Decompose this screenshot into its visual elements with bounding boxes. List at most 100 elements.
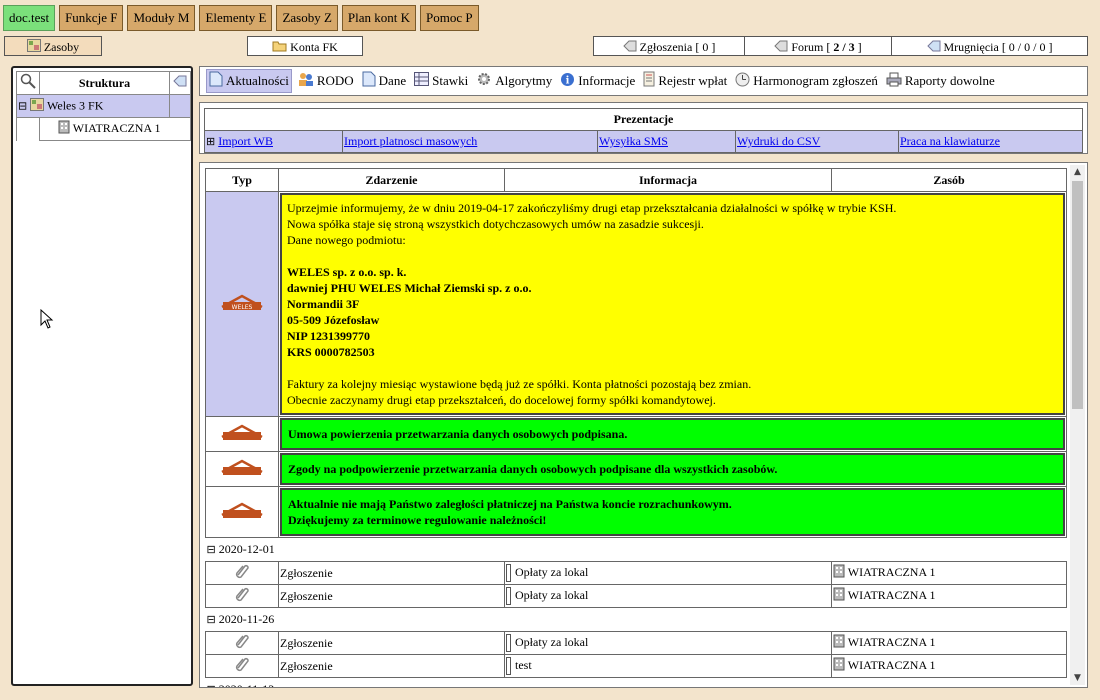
link-wydruki-csv[interactable]: Wydruki do CSV [737, 134, 820, 148]
menu-plan-kont[interactable]: Plan kont K [341, 5, 417, 31]
tab-forum-count: 2 / 3 [833, 40, 855, 54]
tag-icon [926, 38, 941, 58]
note-cell: Aktualnie nie mają Państwo zaległości pł… [278, 486, 1067, 538]
tree-root[interactable]: ⊟ Weles 3 FK [16, 94, 170, 118]
row-info: test [504, 654, 832, 678]
submenu-label: Harmonogram zgłoszeń [753, 73, 878, 88]
table-row[interactable]: Zgłoszenie Opłaty za lokal WIATRACZNA 1 [205, 631, 1067, 655]
event-type-cell: WELES [205, 191, 279, 417]
building-icon [833, 587, 845, 605]
announcement-bold-line: WELES sp. z o.o. sp. k. [287, 265, 407, 279]
submenu-label: RODO [316, 73, 354, 88]
document-icon [209, 71, 223, 91]
submenu-rodo[interactable]: RODO [296, 70, 356, 92]
menu-moduly[interactable]: Moduły M [127, 5, 196, 31]
announcement-line: Nowa spółka staje się stroną wszystkich … [287, 217, 704, 231]
green-note-line: Umowa powierzenia przetwarzania danych o… [288, 427, 628, 441]
tab-zasoby-label: Zasoby [43, 40, 80, 54]
announcement-bold-line: 05-509 Józefosław [287, 313, 380, 327]
menu-elementy[interactable]: Elementy E [199, 5, 273, 31]
col-header-zasob: Zasób [831, 168, 1067, 192]
paperclip-icon [234, 563, 250, 583]
prezentacje-cell: Wydruki do CSV [735, 130, 899, 153]
structure-tree: Struktura ⊟ Weles 3 FK WIATRACZNA 1 [16, 71, 191, 141]
link-import-wb[interactable]: Import WB [218, 134, 273, 148]
announcement-bold-line: NIP 1231399770 [287, 329, 371, 343]
menu-doc-test[interactable]: doc.test [3, 5, 56, 31]
tab-konta-fk[interactable]: Konta FK [247, 36, 363, 56]
scroll-down-icon[interactable]: ▼ [1070, 671, 1085, 685]
gear-icon [476, 71, 492, 91]
green-note: Aktualnie nie mają Państwo zaległości pł… [280, 488, 1065, 536]
submenu-algorytmy[interactable]: Algorytmy [474, 70, 554, 92]
submenu-raporty[interactable]: Raporty dowolne [884, 71, 997, 92]
table-row[interactable]: Zgłoszenie Opłaty za lokal WIATRACZNA 1 [205, 561, 1067, 585]
col-header-typ: Typ [205, 168, 279, 192]
building-icon [833, 657, 845, 675]
green-note-line: Zgody na podpowierzenie przetwarzania da… [288, 462, 778, 476]
tabs-row: Zasoby Konta FK Zgłoszenia [ 0 ] Forum [… [0, 36, 1100, 58]
date-group-header[interactable]: ⊟ 2020-11-26 [206, 608, 1067, 632]
scrollbar-thumb[interactable] [1072, 181, 1083, 409]
events-table: Typ Zdarzenie Informacja Zasób WELES Upr… [205, 168, 1067, 687]
top-menu: doc.test Funkcje F Moduły M Elementy E Z… [3, 5, 479, 31]
structure-tag[interactable] [169, 71, 191, 95]
prezentacje-table: Prezentacje ⊞ Import WB Import platnosci… [204, 108, 1083, 153]
vertical-scrollbar[interactable]: ▲ ▼ [1070, 165, 1085, 685]
table-icon [414, 72, 430, 90]
tab-zgloszenia[interactable]: Zgłoszenia [ 0 ] [593, 36, 745, 56]
table-row[interactable]: Zgłoszenie Opłaty za lokal WIATRACZNA 1 [205, 584, 1067, 608]
collapse-icon[interactable]: ⊟ [207, 544, 216, 556]
green-note: Umowa powierzenia przetwarzania danych o… [280, 418, 1065, 450]
submenu-dane[interactable]: Dane [360, 70, 408, 92]
structure-header: Struktura [39, 71, 170, 95]
submenu-rejestr-wplat[interactable]: Rejestr wpłat [641, 70, 729, 92]
submenu-label: Dane [378, 73, 407, 88]
menu-pomoc[interactable]: Pomoc P [420, 5, 479, 31]
link-wysylka-sms[interactable]: Wysyłka SMS [599, 134, 668, 148]
expand-icon[interactable]: ⊞ [206, 136, 215, 148]
submenu-label: Raporty dowolne [904, 73, 995, 88]
announcement-line: Dane nowego podmiotu: [287, 233, 406, 247]
date-group-header[interactable]: ⊟ 2020-12-01 [206, 538, 1067, 562]
note-cell: Umowa powierzenia przetwarzania danych o… [278, 416, 1067, 452]
clock-icon [735, 72, 750, 91]
event-type-cell [205, 451, 279, 487]
tab-forum[interactable]: Forum [ 2 / 3 ] [744, 36, 892, 56]
collapse-icon[interactable]: ⊟ [207, 614, 216, 626]
submenu-stawki[interactable]: Stawki [412, 71, 470, 91]
menu-funkcje[interactable]: Funkcje F [59, 5, 124, 31]
collapse-icon[interactable]: ⊟ [18, 100, 27, 112]
paperclip-icon [234, 586, 250, 606]
collapse-icon[interactable]: ⊟ [207, 684, 216, 687]
submenu-harmonogram[interactable]: Harmonogram zgłoszeń [733, 71, 880, 92]
submenu-aktualnosci[interactable]: Aktualności [206, 69, 292, 93]
scroll-up-icon[interactable]: ▲ [1070, 165, 1085, 179]
submenu-informacje[interactable]: i Informacje [558, 71, 637, 92]
row-resource-text: WIATRACZNA 1 [847, 634, 936, 649]
date-group-header[interactable]: ⊟ 2020-11-12 [206, 678, 1067, 687]
weles-logo-icon [220, 458, 264, 480]
tab-zasoby[interactable]: Zasoby [4, 36, 102, 56]
row-resource-text: WIATRACZNA 1 [847, 657, 936, 672]
tree-child[interactable]: WIATRACZNA 1 [39, 117, 191, 141]
prezentacje-cell: ⊞ Import WB [204, 130, 343, 153]
menu-zasoby[interactable]: Zasoby Z [276, 5, 338, 31]
search-icon [20, 73, 36, 93]
submenu-label: Informacje [578, 73, 636, 88]
map-icon [30, 97, 45, 115]
tab-forum-prefix: Forum [ [791, 40, 834, 54]
structure-search[interactable] [16, 71, 40, 95]
link-praca-klawiatura[interactable]: Praca na klawiaturze [900, 134, 1000, 148]
link-import-platnosci[interactable]: Import platnosci masowych [344, 134, 477, 148]
paperclip-icon [234, 656, 250, 676]
submenu-label: Algorytmy [495, 73, 553, 88]
tab-mrugniecia[interactable]: Mrugnięcia [ 0 / 0 / 0 ] [891, 36, 1088, 56]
table-row[interactable]: Zgłoszenie test WIATRACZNA 1 [205, 654, 1067, 678]
tree-child-label: WIATRACZNA 1 [72, 120, 161, 135]
row-resource-text: WIATRACZNA 1 [847, 587, 936, 602]
folder-icon [272, 38, 287, 58]
row-info-text: Opłaty za lokal [515, 587, 589, 602]
tag-icon [774, 38, 788, 58]
tree-root-extra [169, 94, 191, 118]
